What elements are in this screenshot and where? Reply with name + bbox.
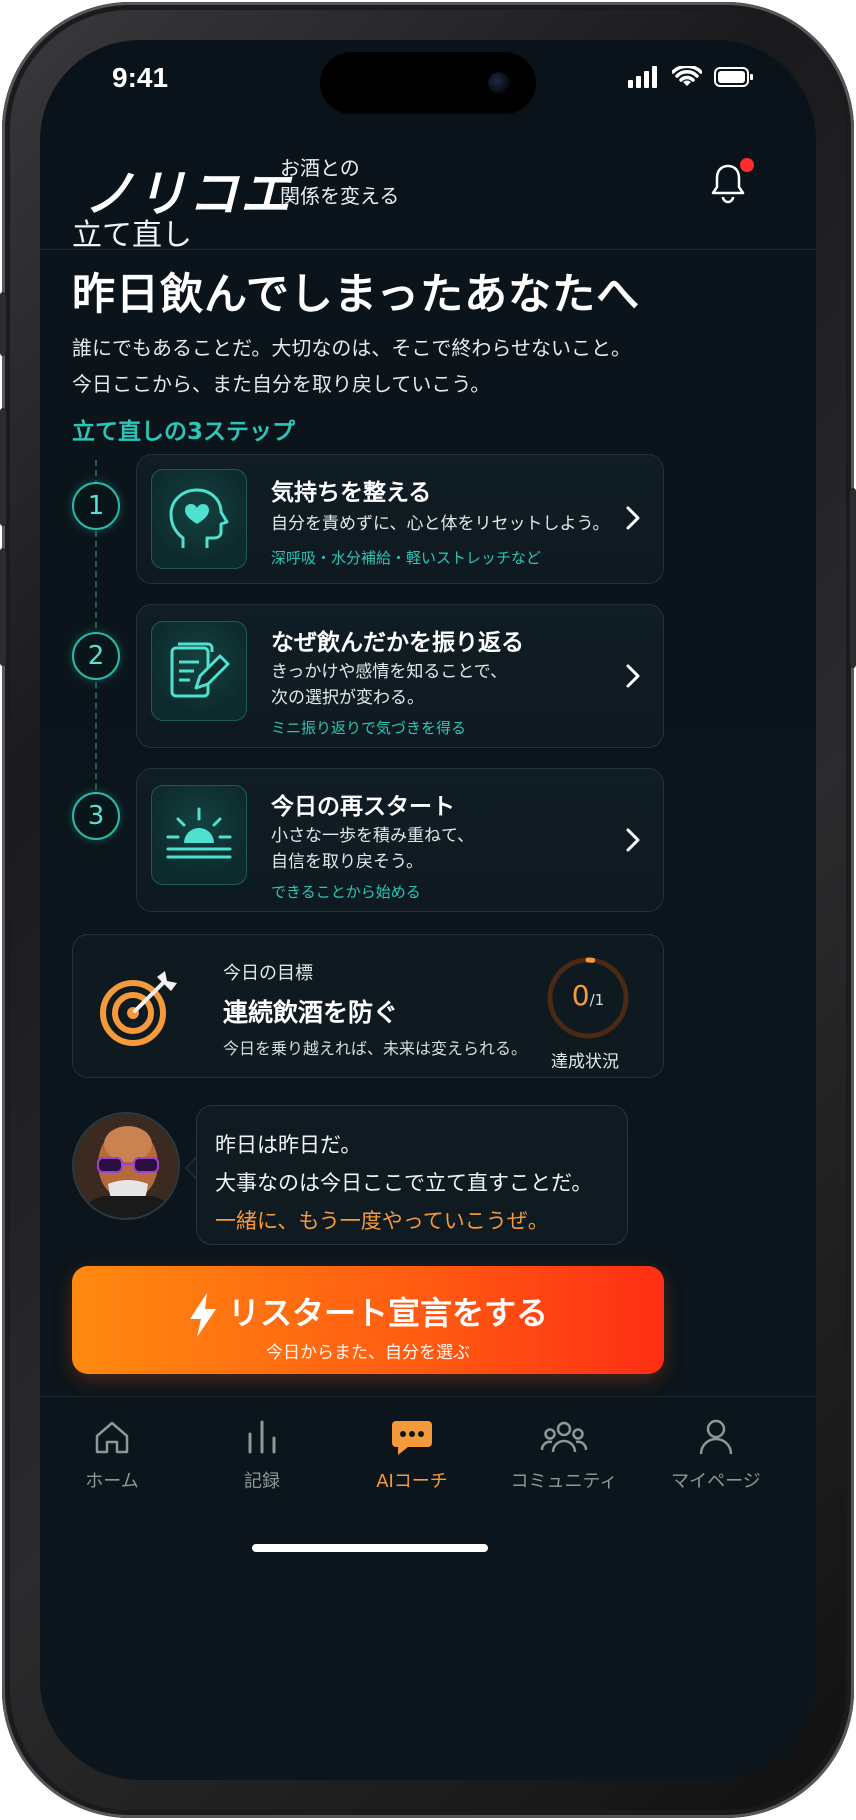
battery-icon xyxy=(714,67,753,87)
goal-progress-total: /1 xyxy=(589,991,605,1009)
step-card-1[interactable]: 気持ちを整える 自分を責めずに、心と体をリセットしよう。 深呼吸・水分補給・軽い… xyxy=(136,454,664,584)
step-hint-2: ミニ振り返りで気づきを得る xyxy=(271,719,467,737)
app-screen: 9:41 ノリコエ お酒との 関係を変える 立て直し 昨日飲んでしまったあなたへ… xyxy=(40,40,816,1780)
tab-home[interactable]: ホーム xyxy=(42,1415,182,1493)
goal-progress-count: 0 xyxy=(571,979,590,1012)
step-desc-3-line2: 自信を取り戻そう。 xyxy=(271,852,423,872)
tab-records-label: 記録 xyxy=(244,1471,280,1492)
goal-title: 連続飲酒を防ぐ xyxy=(223,998,399,1027)
goal-label: 今日の目標 xyxy=(223,963,313,984)
today-goal-card[interactable]: 今日の目標 連続飲酒を防ぐ 今日を乗り越えれば、未来は変えられる。 0/1 達成… xyxy=(72,934,664,1078)
notification-badge xyxy=(740,158,754,172)
lightning-icon xyxy=(189,1293,216,1337)
tab-my-page-label: マイページ xyxy=(671,1471,761,1492)
status-icons xyxy=(628,66,754,88)
goal-progress-value: 0/1 xyxy=(545,979,631,1012)
intro-line1: 誰にでもあることだ。大切なのは、そこで終わらせないこと。 xyxy=(72,336,631,360)
step-number-2: 2 xyxy=(72,632,120,680)
step-hint-3: できることから始める xyxy=(271,883,421,901)
person-icon xyxy=(699,1419,733,1455)
coach-avatar xyxy=(72,1112,180,1220)
step-hint-1: 深呼吸・水分補給・軽いストレッチなど xyxy=(271,549,542,567)
restart-button-label: リスタート宣言をする xyxy=(227,1294,548,1332)
step-title-3: 今日の再スタート xyxy=(271,794,455,820)
goal-desc: 今日を乗り越えれば、未来は変えられる。 xyxy=(223,1039,528,1058)
signal-icon xyxy=(628,66,657,88)
chevron-right-icon xyxy=(626,664,640,688)
status-time: 9:41 xyxy=(112,62,169,93)
home-icon xyxy=(95,1421,129,1454)
steps-section-label: 立て直しの3ステップ xyxy=(72,419,296,445)
step-desc-2: きっかけや感情を知ることで、 次の選択が変わる。 xyxy=(271,659,507,711)
app-tagline: お酒との 関係を変える xyxy=(280,154,399,210)
coach-line3: 一緒に、もう一度やっていこうぜ。 xyxy=(215,1209,549,1233)
volume-up-button xyxy=(0,408,6,526)
heart-head-icon xyxy=(151,469,247,569)
tagline-line1: お酒との xyxy=(280,156,360,180)
page-subtitle: 立て直し xyxy=(72,218,192,253)
coach-line1: 昨日は昨日だ。 xyxy=(215,1133,362,1157)
volume-down-button xyxy=(0,548,6,666)
sunrise-icon xyxy=(151,785,247,885)
step-desc-2-line1: きっかけや感情を知ることで、 xyxy=(271,662,508,682)
notes-pencil-icon xyxy=(151,621,247,721)
intro-line2: 今日ここから、また自分を取り戻していこう。 xyxy=(72,372,491,396)
chat-bubble-icon xyxy=(392,1421,432,1455)
power-button xyxy=(850,488,856,668)
tab-home-label: ホーム xyxy=(85,1471,139,1492)
step-desc-2-line2: 次の選択が変わる。 xyxy=(271,688,424,708)
wifi-icon xyxy=(672,66,702,86)
tab-my-page[interactable]: マイページ xyxy=(646,1415,786,1493)
step-desc-3-line1: 小さな一歩を積み重ねて、 xyxy=(271,826,475,846)
step-card-3[interactable]: 今日の再スタート 小さな一歩を積み重ねて、 自信を取り戻そう。 できることから始… xyxy=(136,768,664,912)
coach-message-bubble: 昨日は昨日だ。 大事なのは今日ここで立て直すことだ。 一緒に、もう一度やっていこ… xyxy=(196,1105,628,1245)
dynamic-island xyxy=(320,52,536,114)
bar-chart-icon xyxy=(248,1420,276,1454)
front-camera xyxy=(488,72,510,94)
restart-declaration-button[interactable]: リスタート宣言をする 今日からまた、自分を選ぶ xyxy=(72,1266,664,1374)
step-title-2: なぜ飲んだかを振り返る xyxy=(271,630,524,656)
tab-community[interactable]: コミュニティ xyxy=(494,1415,634,1493)
tab-records[interactable]: 記録 xyxy=(192,1415,332,1493)
step-desc-1: 自分を責めずに、心と体をリセットしよう。 xyxy=(271,514,610,534)
action-button xyxy=(0,292,6,356)
step-number-3: 3 xyxy=(72,792,120,840)
restart-button-label-row: リスタート宣言をする xyxy=(72,1288,664,1337)
target-icon xyxy=(100,971,177,1046)
tab-ai-coach-label: AIコーチ xyxy=(376,1471,448,1492)
tab-ai-coach[interactable]: AIコーチ xyxy=(342,1415,482,1493)
tab-community-label: コミュニティ xyxy=(510,1471,618,1492)
chevron-right-icon xyxy=(626,506,640,530)
restart-button-sublabel: 今日からまた、自分を選ぶ xyxy=(266,1343,470,1363)
people-icon xyxy=(540,1421,588,1453)
step-number-1: 1 xyxy=(72,482,120,530)
chevron-right-icon xyxy=(626,828,640,852)
step-card-2[interactable]: なぜ飲んだかを振り返る きっかけや感情を知ることで、 次の選択が変わる。 ミニ振… xyxy=(136,604,664,748)
intro-text: 誰にでもあることだ。大切なのは、そこで終わらせないこと。 今日ここから、また自分… xyxy=(72,330,631,402)
home-indicator xyxy=(252,1544,488,1552)
bottom-tab-bar: ホーム 記録 AIコーチ コミュニティ マイページ xyxy=(40,1396,816,1536)
coach-line2: 大事なのは今日ここで立て直すことだ。 xyxy=(215,1171,593,1195)
page-title: 昨日飲んでしまったあなたへ xyxy=(72,270,641,320)
goal-status-label: 達成状況 xyxy=(551,1052,619,1072)
step-title-1: 気持ちを整える xyxy=(271,480,432,506)
step-desc-3: 小さな一歩を積み重ねて、 自信を取り戻そう。 xyxy=(271,823,474,875)
tagline-line2: 関係を変える xyxy=(280,184,400,208)
